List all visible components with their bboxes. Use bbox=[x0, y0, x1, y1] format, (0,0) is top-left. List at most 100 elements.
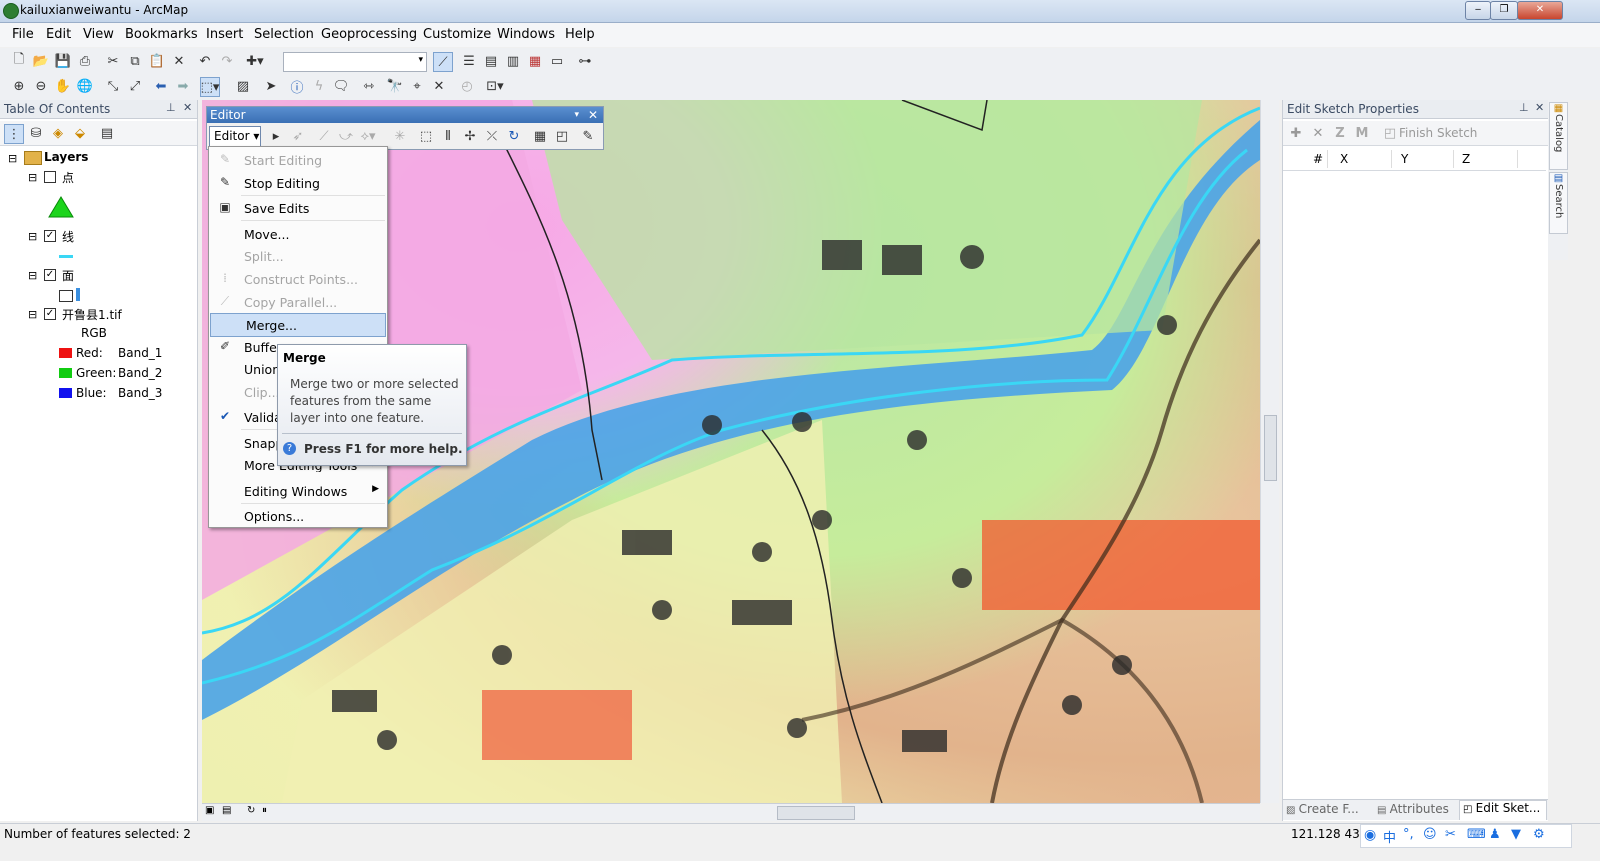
zoom-out-icon[interactable]: ⊖ bbox=[32, 77, 50, 95]
column-header[interactable]: Z bbox=[1462, 152, 1470, 166]
pin-icon[interactable]: ⊥ bbox=[1519, 101, 1529, 114]
menu-insert[interactable]: Insert bbox=[206, 27, 243, 42]
redo-icon[interactable]: ↷ bbox=[218, 52, 236, 70]
layout-view-icon[interactable]: ▤ bbox=[222, 805, 231, 816]
search-side-tab[interactable]: ▤ Search bbox=[1549, 172, 1568, 234]
point-tool-icon[interactable]: ✳ bbox=[391, 127, 409, 145]
ime-keyboard-icon[interactable]: ⌨ bbox=[1467, 827, 1486, 842]
ime-skin-icon[interactable]: ▼ bbox=[1511, 827, 1521, 842]
catalog-side-tab[interactable]: ▦ Catalog bbox=[1549, 102, 1568, 170]
menu-item-move[interactable]: Move... bbox=[209, 223, 387, 245]
ime-chinese-icon[interactable]: 中 bbox=[1383, 827, 1396, 846]
delete-vertex-icon[interactable]: ✕ bbox=[1309, 124, 1327, 142]
map-horizontal-scrollbar[interactable]: ▣ ▤ ↻ ⏸ bbox=[202, 803, 1260, 821]
menu-file[interactable]: File bbox=[12, 27, 34, 42]
menu-item-construct-points[interactable]: ⁞ Construct Points... bbox=[209, 268, 387, 290]
measure-icon[interactable]: ⇿ bbox=[360, 77, 378, 95]
ime-logo-icon[interactable]: ◉ bbox=[1364, 827, 1376, 843]
layer-collapse-icon[interactable]: ⊟ bbox=[28, 308, 37, 321]
open-folder-icon[interactable]: 📂 bbox=[32, 52, 50, 70]
menu-edit[interactable]: Edit bbox=[46, 27, 71, 42]
menu-view[interactable]: View bbox=[83, 27, 114, 42]
end-point-arc-icon[interactable]: ⤻ bbox=[337, 127, 355, 145]
cut-icon[interactable]: ✂ bbox=[104, 52, 122, 70]
tab-attributes[interactable]: ▤ Attributes bbox=[1377, 802, 1455, 818]
menu-bookmarks[interactable]: Bookmarks bbox=[125, 27, 198, 42]
menu-selection[interactable]: Selection bbox=[254, 27, 314, 42]
hyperlink-icon[interactable]: ϟ bbox=[310, 77, 328, 95]
editor-menu-button[interactable]: Editor ▾ bbox=[209, 126, 261, 147]
menu-item-save-edits[interactable]: ▣ Save Edits bbox=[209, 197, 387, 219]
chevron-down-icon[interactable]: ▾ bbox=[574, 107, 579, 123]
layer-collapse-icon[interactable]: ⊟ bbox=[28, 230, 37, 243]
column-header[interactable]: X bbox=[1340, 152, 1348, 166]
menu-item-start-editing[interactable]: ✎ Start Editing bbox=[209, 149, 387, 171]
add-data-icon[interactable]: ✚▾ bbox=[246, 52, 264, 70]
menu-item-options[interactable]: Options... bbox=[209, 505, 387, 527]
column-header[interactable]: Y bbox=[1401, 152, 1408, 166]
zoom-in-icon[interactable]: ⊕ bbox=[10, 77, 28, 95]
list-by-selection-icon[interactable]: ⬙ bbox=[71, 124, 89, 142]
list-by-drawing-order-icon[interactable]: ⋮ bbox=[4, 124, 24, 144]
ime-scissors-icon[interactable]: ✂ bbox=[1445, 827, 1456, 842]
layers-collapse-icon[interactable]: ⊟ bbox=[8, 152, 17, 165]
save-icon[interactable]: 💾 bbox=[54, 52, 72, 70]
polygon-symbol-icon[interactable] bbox=[59, 290, 73, 302]
search-window-icon[interactable]: ▥ bbox=[504, 52, 522, 70]
fixed-zoom-out-icon[interactable]: ⤢ bbox=[126, 77, 144, 95]
pause-drawing-icon[interactable]: ⏸ bbox=[262, 805, 267, 816]
full-extent-icon[interactable]: 🌐 bbox=[76, 77, 94, 95]
print-icon[interactable]: ⎙ bbox=[76, 52, 94, 70]
menu-help[interactable]: Help bbox=[565, 27, 595, 42]
cut-polygons-icon[interactable]: ✢ bbox=[461, 127, 479, 145]
point-symbol-icon[interactable] bbox=[48, 196, 74, 218]
sketch-properties-icon[interactable]: ◰ bbox=[553, 127, 571, 145]
menu-windows[interactable]: Windows bbox=[497, 27, 555, 42]
finish-sketch-icon[interactable]: ◰ bbox=[1381, 124, 1399, 142]
model-builder-icon[interactable]: ⊶ bbox=[576, 52, 594, 70]
menu-item-merge[interactable]: Merge... bbox=[210, 313, 386, 337]
close-icon[interactable]: ✕ bbox=[1535, 101, 1544, 114]
toc-options-icon[interactable]: ▤ bbox=[98, 124, 116, 142]
attributes-icon[interactable]: ▦ bbox=[531, 127, 549, 145]
menu-item-editing-windows[interactable]: Editing Windows ▶ bbox=[209, 480, 387, 502]
undo-icon[interactable]: ↶ bbox=[196, 52, 214, 70]
layer-collapse-icon[interactable]: ⊟ bbox=[28, 171, 37, 184]
delete-icon[interactable]: ✕ bbox=[170, 52, 188, 70]
rotate-tool-icon[interactable]: ↻ bbox=[505, 127, 523, 145]
finish-sketch-button[interactable]: Finish Sketch bbox=[1399, 126, 1477, 140]
list-by-visibility-icon[interactable]: ◈ bbox=[49, 124, 67, 142]
column-header[interactable]: # bbox=[1313, 152, 1323, 166]
menu-geoprocessing[interactable]: Geoprocessing bbox=[321, 27, 417, 42]
back-extent-icon[interactable]: ⬅ bbox=[152, 77, 170, 95]
layer-collapse-icon[interactable]: ⊟ bbox=[28, 269, 37, 282]
close-icon[interactable]: ✕ bbox=[183, 101, 192, 114]
tab-edit-sketch[interactable]: ◰ Edit Sket... bbox=[1459, 800, 1547, 820]
close-icon[interactable]: ✕ bbox=[588, 107, 598, 123]
scroll-thumb[interactable] bbox=[1264, 415, 1277, 481]
split-tool-icon[interactable]: ⤫ bbox=[483, 127, 501, 145]
pan-icon[interactable]: ✋ bbox=[54, 77, 72, 95]
ime-emoji-icon[interactable]: ☺ bbox=[1423, 827, 1437, 842]
minimize-button[interactable]: ‒ bbox=[1465, 1, 1491, 20]
create-viewer-icon[interactable]: ⊡▾ bbox=[486, 77, 504, 95]
find-route-icon[interactable]: ⌖ bbox=[408, 77, 426, 95]
straight-segment-icon[interactable]: ⟋ bbox=[315, 127, 333, 145]
ime-settings-icon[interactable]: ⚙ bbox=[1533, 827, 1545, 842]
refresh-icon[interactable]: ↻ bbox=[247, 805, 255, 816]
layer-checkbox[interactable]: ✓ bbox=[44, 308, 56, 320]
ime-punctuation-icon[interactable]: °, bbox=[1403, 827, 1414, 842]
select-elements-icon[interactable]: ➤ bbox=[262, 77, 280, 95]
create-features-icon[interactable]: ✎ bbox=[579, 127, 597, 145]
layer-checkbox[interactable]: ✓ bbox=[44, 230, 56, 242]
select-features-icon[interactable]: ⬚▾ bbox=[200, 77, 220, 97]
ime-user-icon[interactable]: ♟ bbox=[1489, 827, 1501, 842]
html-popup-icon[interactable]: 🗨 bbox=[332, 77, 350, 95]
copy-icon[interactable]: ⧉ bbox=[126, 52, 144, 70]
new-document-icon[interactable]: 🗋 bbox=[10, 52, 28, 70]
forward-extent-icon[interactable]: ➡ bbox=[174, 77, 192, 95]
insert-vertex-icon[interactable]: ✚ bbox=[1287, 124, 1305, 142]
tab-create-features[interactable]: ▨ Create F... bbox=[1286, 802, 1372, 818]
scroll-thumb[interactable] bbox=[777, 806, 855, 820]
pin-icon[interactable]: ⊥ bbox=[166, 101, 176, 114]
